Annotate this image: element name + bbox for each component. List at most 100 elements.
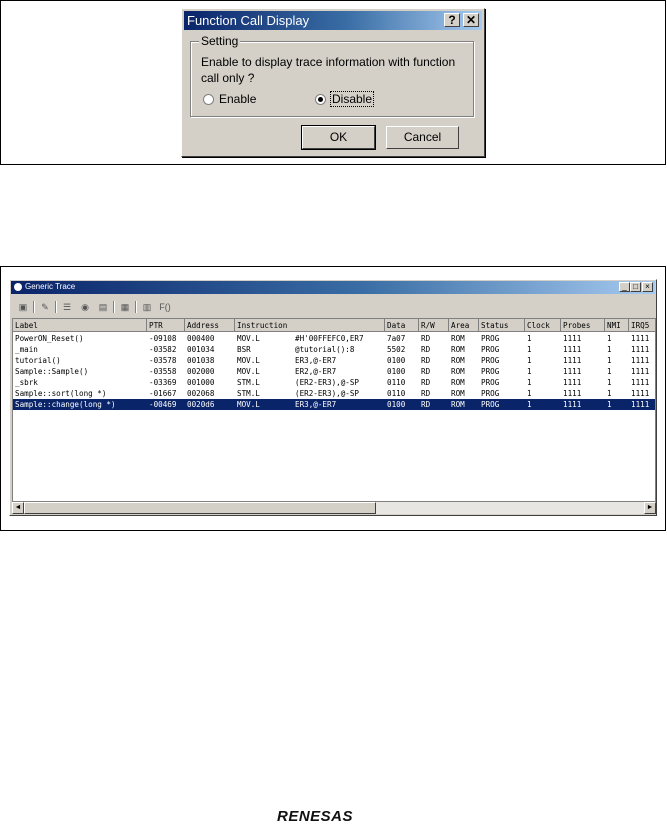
search-icon[interactable]: ▤ <box>96 301 110 313</box>
toolbar-separator <box>33 301 34 313</box>
table-cell: STM.L <box>237 389 260 398</box>
table-cell: 1111 <box>631 334 650 343</box>
dialog-titlebar: Function Call Display ? ✕ <box>184 11 482 30</box>
table-cell: -01667 <box>149 389 177 398</box>
function-call-display-dialog: Function Call Display ? ✕ Setting Enable… <box>181 8 485 157</box>
horizontal-scrollbar[interactable]: ◄ ► <box>12 502 656 514</box>
table-row[interactable]: Sample::change(long *) -00469 0020d6 MOV.L E… <box>13 399 655 410</box>
table-cell: PROG <box>481 389 500 398</box>
grid-header: Label PTR Address Instruction Data R/W Area Sta… <box>13 319 655 332</box>
table-cell: RD <box>421 345 431 354</box>
trace-grid[interactable]: Label PTR Address Instruction Data R/W Area Sta… <box>12 318 656 502</box>
table-cell: 1111 <box>563 378 582 387</box>
column-header[interactable]: Probes <box>561 319 605 332</box>
table-cell: ER2,@-ER7 <box>295 367 337 376</box>
table-cell: 1 <box>607 356 612 365</box>
column-header[interactable]: NMI <box>605 319 629 332</box>
disable-radio-label[interactable]: Disable <box>329 91 375 107</box>
record-icon[interactable]: ◉ <box>78 301 92 313</box>
column-header[interactable]: PTR <box>147 319 185 332</box>
table-cell: STM.L <box>237 378 260 387</box>
table-cell: ROM <box>451 345 465 354</box>
minimize-button[interactable]: _ <box>619 282 630 292</box>
ok-button[interactable]: OK <box>302 126 375 149</box>
column-header[interactable]: Instruction <box>235 319 293 332</box>
scroll-left-icon[interactable]: ◄ <box>12 502 24 514</box>
scroll-thumb[interactable] <box>24 502 376 514</box>
table-cell: ER3,@-ER7 <box>295 400 337 409</box>
help-button[interactable]: ? <box>444 13 460 27</box>
trace-title: Generic Trace <box>25 282 76 291</box>
table-cell: -03369 <box>149 378 177 387</box>
disable-radio-icon[interactable] <box>315 93 326 105</box>
table-cell: RD <box>421 356 431 365</box>
toolbar-separator <box>113 301 114 313</box>
enable-radio-icon[interactable] <box>203 93 214 105</box>
enable-radio-label[interactable]: Enable <box>219 92 256 106</box>
column-header[interactable]: R/W <box>419 319 449 332</box>
table-cell: 1 <box>607 367 612 376</box>
edit-icon[interactable]: ✎ <box>38 301 52 313</box>
dialog-title: Function Call Display <box>187 13 310 28</box>
table-cell: ROM <box>451 378 465 387</box>
table-cell: Sample::change(long *) <box>15 400 116 409</box>
table-cell: 0100 <box>387 400 406 409</box>
prompt-text: Enable to display trace information with… <box>201 55 456 85</box>
column-header[interactable]: Status <box>479 319 525 332</box>
table-row[interactable]: tutorial() -03578 001038 MOV.L ER3,@-ER7 0100… <box>13 355 655 366</box>
table-cell: 5502 <box>387 345 406 354</box>
table-cell: PROG <box>481 378 500 387</box>
list-icon[interactable]: ☰ <box>60 301 74 313</box>
column-header[interactable]: Data <box>385 319 419 332</box>
table-cell: ROM <box>451 334 465 343</box>
table-cell: ROM <box>451 400 465 409</box>
table-row[interactable]: Sample::Sample() -03558 002000 MOV.L ER2,@-E… <box>13 366 655 377</box>
column-header[interactable]: Clock <box>525 319 561 332</box>
function-call-button[interactable]: F() <box>158 301 172 313</box>
table-cell: (ER2-ER3),@-SP <box>295 378 360 387</box>
table-row[interactable]: _main -03582 001034 BSR @tutorial():8 5502 RD R… <box>13 344 655 355</box>
column-header[interactable]: Address <box>185 319 235 332</box>
acquisition-icon[interactable]: ▣ <box>16 301 30 313</box>
table-cell: PowerON_Reset() <box>15 334 84 343</box>
column-header[interactable]: IRQ5 <box>629 319 655 332</box>
maximize-button[interactable]: □ <box>630 282 641 292</box>
column-header[interactable] <box>293 319 385 332</box>
table-cell: 1111 <box>631 367 650 376</box>
column-header[interactable]: Label <box>13 319 147 332</box>
table-cell: Sample::sort(long *) <box>15 389 107 398</box>
cancel-button[interactable]: Cancel <box>386 126 459 149</box>
table-cell: 1111 <box>631 378 650 387</box>
trace-close-button[interactable]: × <box>642 282 653 292</box>
table-cell: 001038 <box>187 356 215 365</box>
table-cell: PROG <box>481 400 500 409</box>
table-cell: -09108 <box>149 334 177 343</box>
scroll-right-icon[interactable]: ► <box>644 502 656 514</box>
table-cell: 1 <box>527 356 532 365</box>
table-cell: RD <box>421 334 431 343</box>
table-cell: PROG <box>481 356 500 365</box>
table-cell: 1 <box>527 334 532 343</box>
table-cell: 1111 <box>563 334 582 343</box>
table-cell: ROM <box>451 389 465 398</box>
table-cell: 1111 <box>563 367 582 376</box>
table-row[interactable]: _sbrk -03369 001000 STM.L (ER2-ER3),@-SP 0110… <box>13 377 655 388</box>
trace-window-icon <box>14 283 22 291</box>
table-cell: MOV.L <box>237 334 260 343</box>
table-cell: #H'00FFEFC0,ER7 <box>295 334 364 343</box>
column-header[interactable]: Area <box>449 319 479 332</box>
table-row[interactable]: PowerON_Reset() -09108 000400 MOV.L #H'00FFE… <box>13 333 655 344</box>
generic-trace-window: Generic Trace _ □ × ▣ ✎ ☰ ◉ ▤ ▦ ▥ F() La… <box>9 279 657 516</box>
table-cell: 1111 <box>563 400 582 409</box>
statistic-icon[interactable]: ▥ <box>140 301 154 313</box>
table-cell: 1 <box>607 334 612 343</box>
filter-icon[interactable]: ▦ <box>118 301 132 313</box>
disable-radio[interactable]: Disable <box>315 91 375 107</box>
table-cell: tutorial() <box>15 356 61 365</box>
table-cell: 1111 <box>563 345 582 354</box>
table-cell: @tutorial():8 <box>295 345 355 354</box>
table-cell: 1 <box>527 378 532 387</box>
table-row[interactable]: Sample::sort(long *) -01667 002068 STM.L (ER… <box>13 388 655 399</box>
enable-radio[interactable]: Enable <box>203 92 256 106</box>
close-button[interactable]: ✕ <box>463 13 479 27</box>
